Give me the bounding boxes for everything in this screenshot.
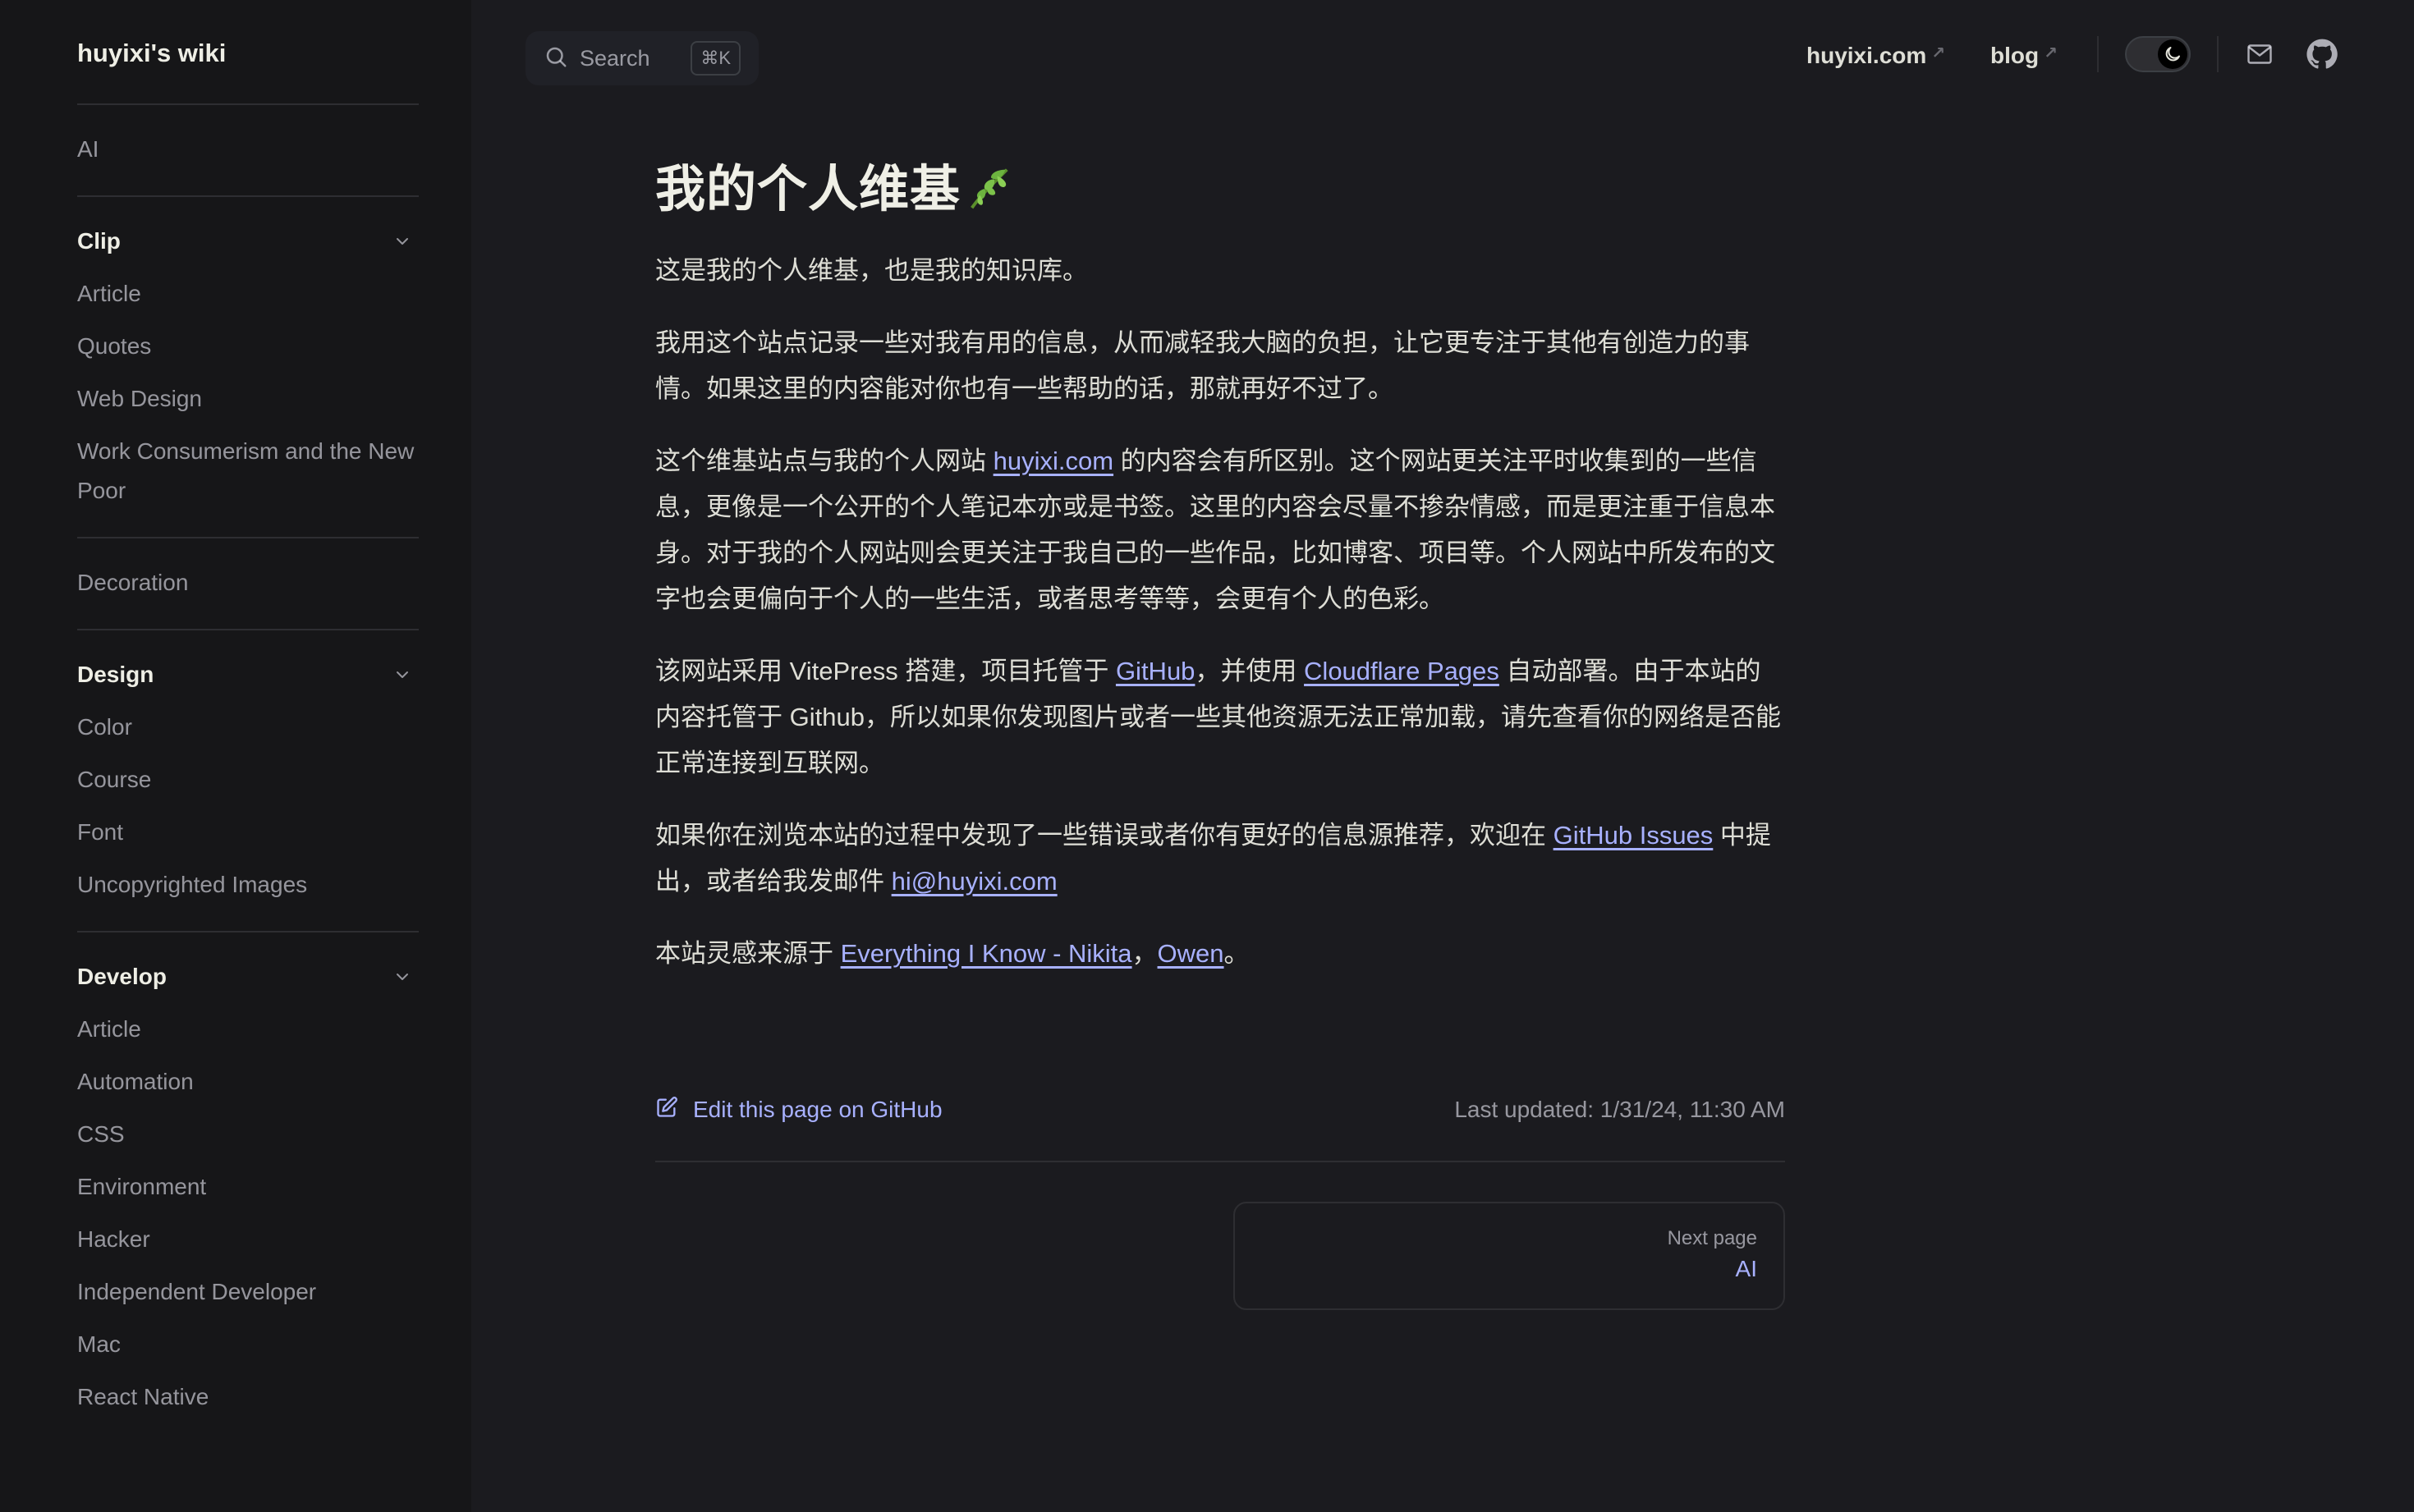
github-icon[interactable] <box>2302 36 2342 72</box>
sidebar-group-heading-label: Design <box>77 662 154 687</box>
sidebar-item-work-consumerism-and-the-new-poor[interactable]: Work Consumerism and the New Poor <box>77 425 419 517</box>
sidebar-group: Decoration <box>77 538 419 630</box>
paragraph: 这个维基站点与我的个人网站 huyixi.com 的内容会有所区别。这个网站更关… <box>655 438 1785 622</box>
paragraph-text: 这个维基站点与我的个人网站 <box>655 447 994 475</box>
last-updated-label: Last updated: <box>1454 1097 1595 1122</box>
next-page-desc: Next page <box>1667 1227 1757 1249</box>
sidebar-item-article[interactable]: Article <box>77 1003 419 1056</box>
search-icon <box>544 44 568 73</box>
mail-icon[interactable] <box>2240 36 2279 72</box>
paragraph: 如果你在浏览本站的过程中发现了一些错误或者你有更好的信息源推荐，欢迎在 GitH… <box>655 813 1785 905</box>
paragraph-text: 本站灵感来源于 <box>655 939 841 968</box>
sidebar-item-environment[interactable]: Environment <box>77 1161 419 1213</box>
edit-icon <box>655 1096 678 1125</box>
nav-link-huyixi-com[interactable]: huyixi.com ↗ <box>1806 33 1945 74</box>
sidebar-item-automation[interactable]: Automation <box>77 1056 419 1108</box>
top-navbar: Search ⌘K huyixi.com ↗ blog ↗ <box>471 0 2414 105</box>
sidebar-item-css[interactable]: CSS <box>77 1108 419 1161</box>
edit-on-github-link[interactable]: Edit this page on GitHub <box>655 1096 943 1125</box>
nav-link-blog[interactable]: blog ↗ <box>1990 33 2058 74</box>
link-huyixi-com[interactable]: huyixi.com <box>994 447 1113 475</box>
sidebar-item-quotes[interactable]: Quotes <box>77 320 419 373</box>
sidebar-group-clip: Clip Article Quotes Web Design Work Consumer… <box>77 197 419 538</box>
external-link-icon: ↗ <box>2044 44 2058 62</box>
sidebar-item-web-design[interactable]: Web Design <box>77 373 419 425</box>
sidebar-group: AI <box>77 105 419 197</box>
next-page-title: AI <box>1735 1256 1757 1281</box>
paragraph-text: ， <box>1131 939 1158 968</box>
search-button[interactable]: Search ⌘K <box>525 31 759 85</box>
next-page-button[interactable]: Next page AI <box>1233 1202 1785 1310</box>
sidebar-item-react-native[interactable]: React Native <box>77 1371 419 1423</box>
sidebar-group-develop: Develop Article Automation CSS Environment Ha… <box>77 932 419 1443</box>
leaf-icon <box>964 162 1015 228</box>
link-everything-i-know-nikita[interactable]: Everything I Know - Nikita <box>841 939 1132 968</box>
sidebar-item-decoration[interactable]: Decoration <box>77 557 419 609</box>
sidebar-group-heading-develop[interactable]: Develop <box>77 951 419 1003</box>
paragraph-text: 该网站采用 VitePress 搭建，项目托管于 <box>655 657 1116 685</box>
external-link-icon: ↗ <box>1931 44 1946 62</box>
last-updated-value: 1/31/24, 11:30 AM <box>1599 1097 1785 1122</box>
search-label: Search <box>580 45 650 71</box>
paragraph: 该网站采用 VitePress 搭建，项目托管于 GitHub，并使用 Clou… <box>655 648 1785 786</box>
sidebar-item-course[interactable]: Course <box>77 754 419 806</box>
chevron-down-icon <box>386 658 419 691</box>
page-title-text: 我的个人维基 <box>655 161 961 217</box>
paragraph: 这是我的个人维基，也是我的知识库。 <box>655 248 1785 294</box>
last-updated: Last updated: 1/31/24, 11:30 AM <box>1454 1097 1785 1123</box>
sidebar-item-color[interactable]: Color <box>77 701 419 754</box>
link-github[interactable]: GitHub <box>1116 657 1195 685</box>
paragraph-text: 我用这个站点记录一些对我有用的信息，从而减轻我大脑的负担，让它更专注于其他有创造… <box>655 328 1750 403</box>
sidebar-group-heading-label: Clip <box>77 228 121 254</box>
sidebar-item-ai[interactable]: AI <box>77 123 419 176</box>
sidebar-item-mac[interactable]: Mac <box>77 1318 419 1371</box>
search-shortcut: ⌘K <box>691 41 741 76</box>
link-owen[interactable]: Owen <box>1158 939 1224 968</box>
sidebar-group-heading-design[interactable]: Design <box>77 648 419 701</box>
sidebar-group-design: Design Color Course Font Uncopyrighted Image… <box>77 630 419 932</box>
sidebar-group-heading-label: Develop <box>77 964 167 989</box>
sidebar-item-independent-developer[interactable]: Independent Developer <box>77 1266 419 1318</box>
nav-link-label: blog <box>1990 43 2040 68</box>
chevron-down-icon <box>386 225 419 258</box>
nav-link-label: huyixi.com <box>1806 43 1927 68</box>
edit-link-label: Edit this page on GitHub <box>693 1097 943 1122</box>
sidebar-groups: AI Clip Article Quotes Web Design Work Consum… <box>77 105 419 1443</box>
paragraph-text: 这是我的个人维基，也是我的知识库。 <box>655 256 1088 285</box>
sidebar-item-font[interactable]: Font <box>77 806 419 859</box>
paragraph: 本站灵感来源于 Everything I Know - Nikita，Owen。 <box>655 931 1785 977</box>
site-title[interactable]: huyixi's wiki <box>77 0 419 105</box>
paragraph-text: 如果你在浏览本站的过程中发现了一些错误或者你有更好的信息源推荐，欢迎在 <box>655 821 1553 850</box>
dark-mode-toggle[interactable] <box>2125 36 2191 72</box>
sidebar-item-article[interactable]: Article <box>77 268 419 320</box>
paragraph-text: ，并使用 <box>1195 657 1305 685</box>
sidebar-item-uncopyrighted-images[interactable]: Uncopyrighted Images <box>77 859 419 911</box>
doc-content: 我的个人维基 这是我的个人维基，也是我的知识库。我用这个站点记录一些对我有用的信… <box>655 156 1785 1003</box>
link-cloudflare-pages[interactable]: Cloudflare Pages <box>1304 657 1499 685</box>
sidebar-group-heading-clip[interactable]: Clip <box>77 215 419 268</box>
link-github-issues[interactable]: GitHub Issues <box>1553 821 1714 850</box>
moon-icon <box>2158 39 2187 69</box>
link-hi-huyixi-com[interactable]: hi@huyixi.com <box>892 867 1058 896</box>
chevron-down-icon <box>386 960 419 993</box>
divider <box>2217 36 2219 72</box>
doc-footer: Edit this page on GitHub Last updated: 1… <box>655 1092 1785 1310</box>
sidebar: huyixi's wiki AI Clip Article Quotes Web Des… <box>0 0 471 1512</box>
paragraphs: 这是我的个人维基，也是我的知识库。我用这个站点记录一些对我有用的信息，从而减轻我… <box>655 248 1785 977</box>
page-title: 我的个人维基 <box>655 156 1785 228</box>
paragraph: 我用这个站点记录一些对我有用的信息，从而减轻我大脑的负担，让它更专注于其他有创造… <box>655 320 1785 412</box>
sidebar-item-hacker[interactable]: Hacker <box>77 1213 419 1266</box>
footer-divider <box>655 1161 1785 1162</box>
divider <box>2097 36 2099 72</box>
paragraph-text: 。 <box>1223 939 1250 968</box>
